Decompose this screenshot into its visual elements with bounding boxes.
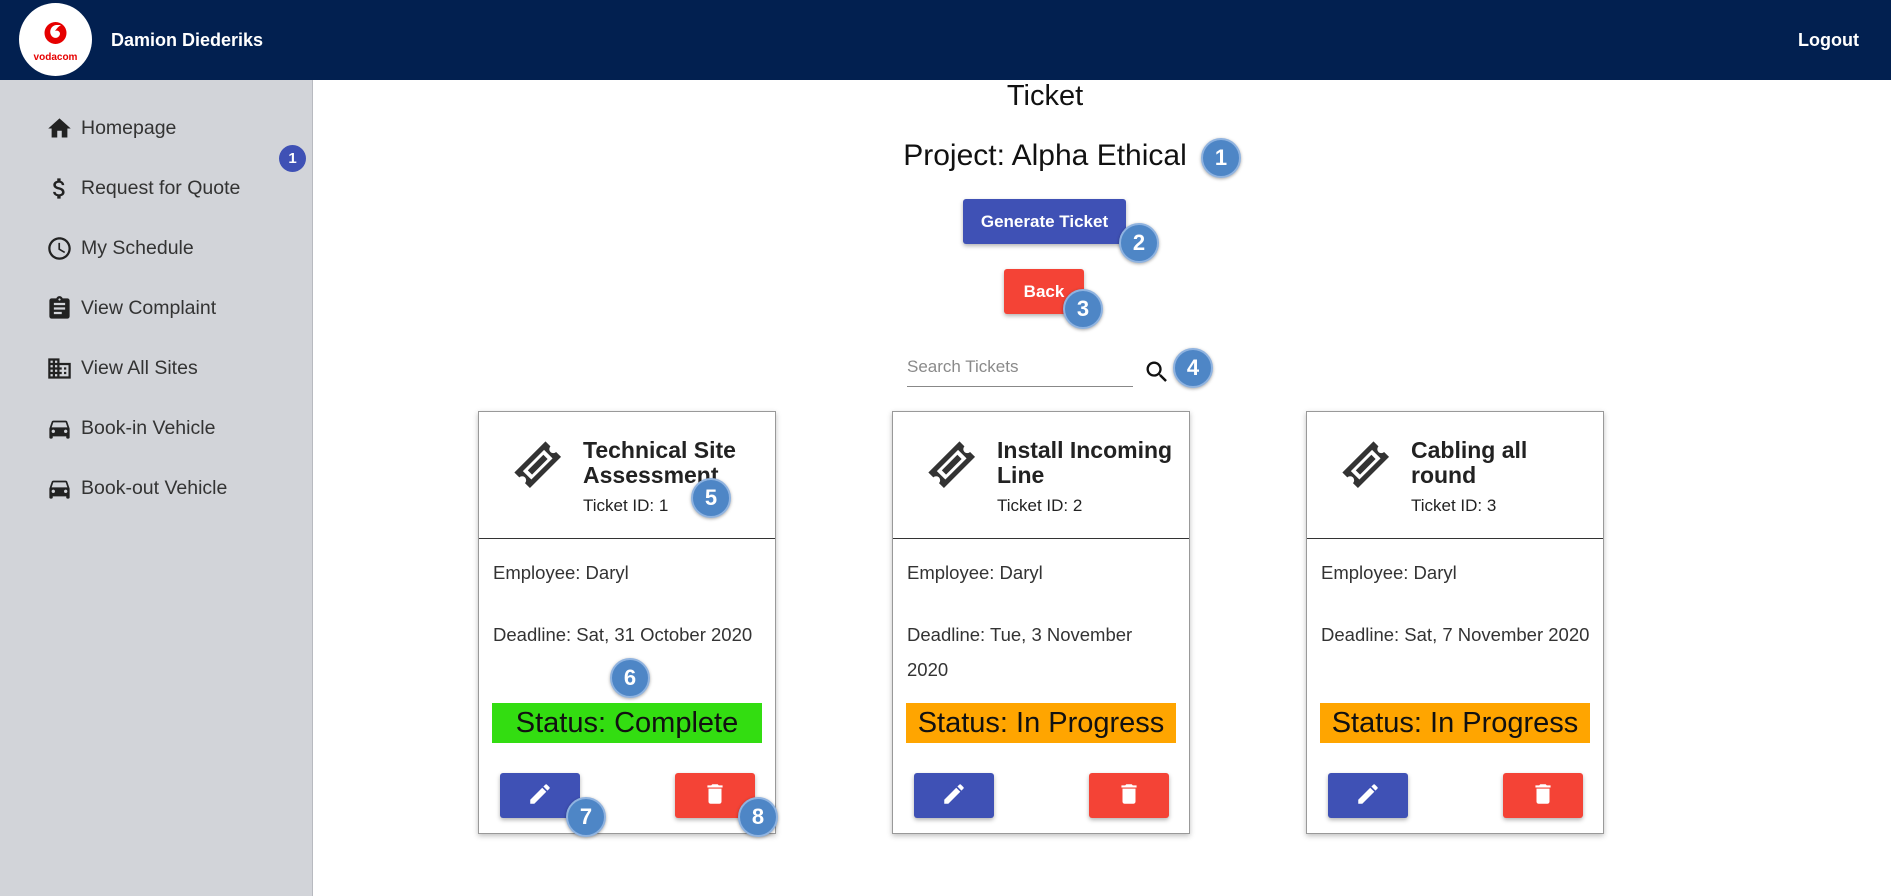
sidebar-item-homepage[interactable]: Homepage xyxy=(46,111,176,145)
callout-marker: 8 xyxy=(738,797,778,837)
sidebar-item-label: View All Sites xyxy=(81,356,198,379)
top-bar: vodacom Damion Diederiks Logout xyxy=(0,0,1891,80)
clock-icon xyxy=(48,236,71,260)
ticket-deadline: Deadline: Sat, 31 October 2020 xyxy=(493,624,753,645)
ticket-deadline: Deadline: Tue, 3 November 2020 xyxy=(907,624,1133,680)
delete-ticket-button[interactable] xyxy=(1503,773,1583,818)
sidebar-item-label: Book-in Vehicle xyxy=(81,416,216,439)
ticket-title: Cabling all round xyxy=(1411,437,1528,488)
ticket-card-header: Technical Site Assessment Ticket ID: 1 xyxy=(479,412,775,539)
ticket-card: Install Incoming Line Ticket ID: 2 Emplo… xyxy=(892,411,1190,834)
callout-marker: 5 xyxy=(691,478,731,518)
ticket-card: Cabling all round Ticket ID: 3 Employee:… xyxy=(1306,411,1604,834)
sidebar-item-label: Request for Quote xyxy=(81,176,241,199)
sidebar: Homepage Request for Quote My Schedule V… xyxy=(0,80,313,896)
callout-marker: 7 xyxy=(566,797,606,837)
vodacom-logo[interactable]: vodacom xyxy=(19,3,92,76)
sidebar-item-label: View Complaint xyxy=(81,296,217,319)
ticket-title: Install Incoming Line xyxy=(997,437,1173,488)
ticket-id: Ticket ID: 1 xyxy=(583,496,669,515)
ticket-title: Technical Site Assessment xyxy=(583,437,736,488)
sidebar-item-book-out-vehicle[interactable]: Book-out Vehicle xyxy=(46,471,227,505)
trash-icon xyxy=(707,784,723,804)
ticket-icon xyxy=(514,441,562,489)
ticket-card-header: Cabling all round Ticket ID: 3 xyxy=(1307,412,1603,539)
callout-marker: 4 xyxy=(1173,348,1213,388)
project-title: Project: Alpha Ethical xyxy=(903,139,1187,172)
callout-marker: 1 xyxy=(1201,138,1241,178)
car-icon xyxy=(49,480,70,499)
ticket-icon xyxy=(1342,441,1390,489)
trash-icon xyxy=(1121,784,1137,804)
pencil-icon xyxy=(530,784,550,804)
pencil-icon xyxy=(944,784,964,804)
trash-icon xyxy=(1535,784,1551,804)
notification-badge: 1 xyxy=(279,145,306,172)
ticket-employee: Employee: Daryl xyxy=(907,562,1043,583)
search-field xyxy=(907,352,1133,387)
ticket-icon xyxy=(928,441,976,489)
logout-link[interactable]: Logout xyxy=(1798,30,1859,51)
dollar-icon xyxy=(53,177,65,199)
sidebar-item-label: My Schedule xyxy=(81,236,194,259)
sidebar-item-label: Homepage xyxy=(81,116,177,139)
user-name: Damion Diederiks xyxy=(111,30,264,50)
ticket-status: Status: In Progress xyxy=(906,703,1176,743)
sidebar-item-view-all-sites[interactable]: View All Sites xyxy=(46,351,198,385)
sidebar-item-my-schedule[interactable]: My Schedule xyxy=(46,231,194,265)
delete-ticket-button[interactable] xyxy=(1089,773,1169,818)
ticket-id: Ticket ID: 2 xyxy=(997,496,1083,515)
edit-ticket-button[interactable] xyxy=(1328,773,1408,818)
ticket-card: Technical Site Assessment Ticket ID: 1 E… xyxy=(478,411,776,834)
edit-ticket-button[interactable] xyxy=(914,773,994,818)
sidebar-item-view-complaint[interactable]: View Complaint xyxy=(46,291,216,325)
ticket-employee: Employee: Daryl xyxy=(1321,562,1457,583)
building-icon xyxy=(48,357,71,379)
sidebar-item-request-for-quote[interactable]: Request for Quote xyxy=(46,171,240,205)
callout-marker: 2 xyxy=(1119,223,1159,263)
pencil-icon xyxy=(1358,784,1378,804)
sidebar-item-label: Book-out Vehicle xyxy=(81,476,228,499)
ticket-card-header: Install Incoming Line Ticket ID: 2 xyxy=(893,412,1189,539)
home-icon xyxy=(48,117,71,137)
generate-ticket-button[interactable]: Generate Ticket xyxy=(963,199,1126,244)
ticket-id: Ticket ID: 3 xyxy=(1411,496,1497,515)
page-title: Ticket xyxy=(1006,80,1084,112)
ticket-status: Status: In Progress xyxy=(1320,703,1590,743)
callout-marker: 3 xyxy=(1063,289,1103,329)
ticket-status: Status: Complete xyxy=(492,703,762,743)
ticket-deadline: Deadline: Sat, 7 November 2020 xyxy=(1321,624,1590,645)
search-input[interactable] xyxy=(907,352,1133,382)
ticket-employee: Employee: Daryl xyxy=(493,562,629,583)
logo-wordmark: vodacom xyxy=(34,52,78,63)
callout-marker: 6 xyxy=(610,658,650,698)
clipboard-icon xyxy=(49,295,70,319)
sidebar-item-book-in-vehicle[interactable]: Book-in Vehicle xyxy=(46,411,215,445)
search-icon[interactable] xyxy=(1143,358,1171,386)
car-icon xyxy=(49,420,70,439)
